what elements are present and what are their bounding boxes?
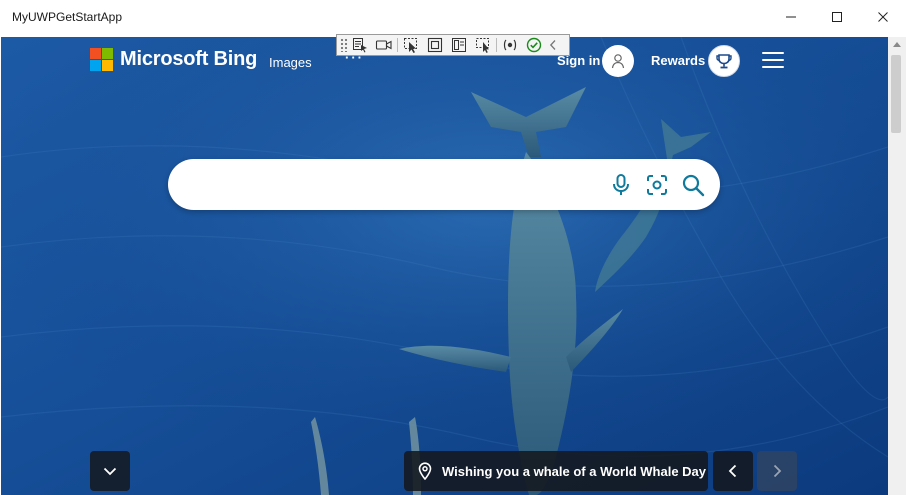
rewards-link[interactable]: Rewards	[651, 53, 705, 68]
hot-reload-status-button[interactable]	[522, 35, 546, 55]
window-title: MyUWPGetStartApp	[12, 10, 123, 24]
display-layout-adorners-button[interactable]	[423, 35, 447, 55]
scrollbar-thumb[interactable]	[891, 55, 901, 133]
trophy-icon	[716, 54, 732, 69]
title-bar[interactable]: MyUWPGetStartApp	[0, 0, 906, 36]
maximize-icon	[832, 12, 842, 22]
preview-selection-icon	[503, 39, 517, 51]
track-focus-icon	[452, 38, 466, 52]
record-icon	[375, 40, 392, 50]
user-icon	[611, 54, 625, 69]
preview-selection-button[interactable]	[498, 35, 522, 55]
microphone-icon	[613, 174, 629, 195]
nav-link-images[interactable]: Images	[269, 55, 312, 70]
chevron-right-icon	[773, 464, 782, 478]
brand-name: Microsoft Bing	[120, 48, 258, 70]
go-to-live-visual-tree-button[interactable]	[348, 35, 372, 55]
pointer-select-icon	[404, 38, 417, 53]
close-button[interactable]	[860, 0, 906, 34]
search-icon	[682, 174, 705, 197]
visual-search-icon	[647, 175, 667, 195]
search-box[interactable]	[168, 159, 720, 210]
next-image-button[interactable]	[757, 451, 797, 491]
select-element-icon	[353, 38, 367, 53]
app-window: MyUWPGetStartApp Microsoft Bing Images ·…	[0, 0, 906, 495]
previous-image-button[interactable]	[713, 451, 753, 491]
user-avatar-button[interactable]	[602, 45, 634, 77]
image-caption-bar[interactable]: Wishing you a whale of a World Whale Day	[404, 451, 708, 491]
bing-logo[interactable]: Microsoft Bing	[90, 48, 257, 71]
search-button[interactable]	[679, 171, 707, 199]
collapse-toolbar-button[interactable]	[546, 35, 560, 55]
microsoft-logo-icon	[90, 48, 113, 71]
close-icon	[878, 12, 888, 22]
voice-search-button[interactable]	[607, 171, 635, 199]
visual-search-button[interactable]	[643, 171, 671, 199]
location-pin-icon	[418, 462, 432, 480]
rewards-button[interactable]	[708, 45, 740, 77]
xaml-debug-toolbar[interactable]	[336, 34, 570, 56]
chevron-left-icon	[728, 464, 737, 478]
record-button[interactable]	[372, 35, 396, 55]
ocean-whale-background	[1, 37, 888, 495]
minimize-button[interactable]	[768, 0, 814, 34]
track-focused-element-button[interactable]	[447, 35, 471, 55]
binding-failures-icon	[476, 38, 489, 53]
webview: Microsoft Bing Images ··· Sign in Reward…	[1, 37, 888, 495]
toolbar-separator	[496, 38, 497, 52]
hamburger-menu-button[interactable]	[762, 52, 784, 68]
toolbar-separator	[397, 38, 398, 52]
search-input[interactable]	[190, 172, 604, 198]
minimize-icon	[786, 16, 796, 18]
scroll-down-button[interactable]	[90, 451, 130, 491]
collapse-chevron-icon	[549, 40, 556, 50]
maximize-button[interactable]	[814, 0, 860, 34]
vertical-scrollbar[interactable]	[888, 37, 906, 495]
check-icon	[526, 37, 542, 53]
chevron-down-icon	[103, 467, 117, 476]
scroll-up-arrow-icon[interactable]	[892, 41, 902, 49]
image-caption-text: Wishing you a whale of a World Whale Day	[442, 463, 707, 479]
grip-icon[interactable]	[340, 38, 348, 52]
display-layout-icon	[427, 37, 443, 53]
binding-failures-button[interactable]	[471, 35, 495, 55]
select-element-button[interactable]	[399, 35, 423, 55]
